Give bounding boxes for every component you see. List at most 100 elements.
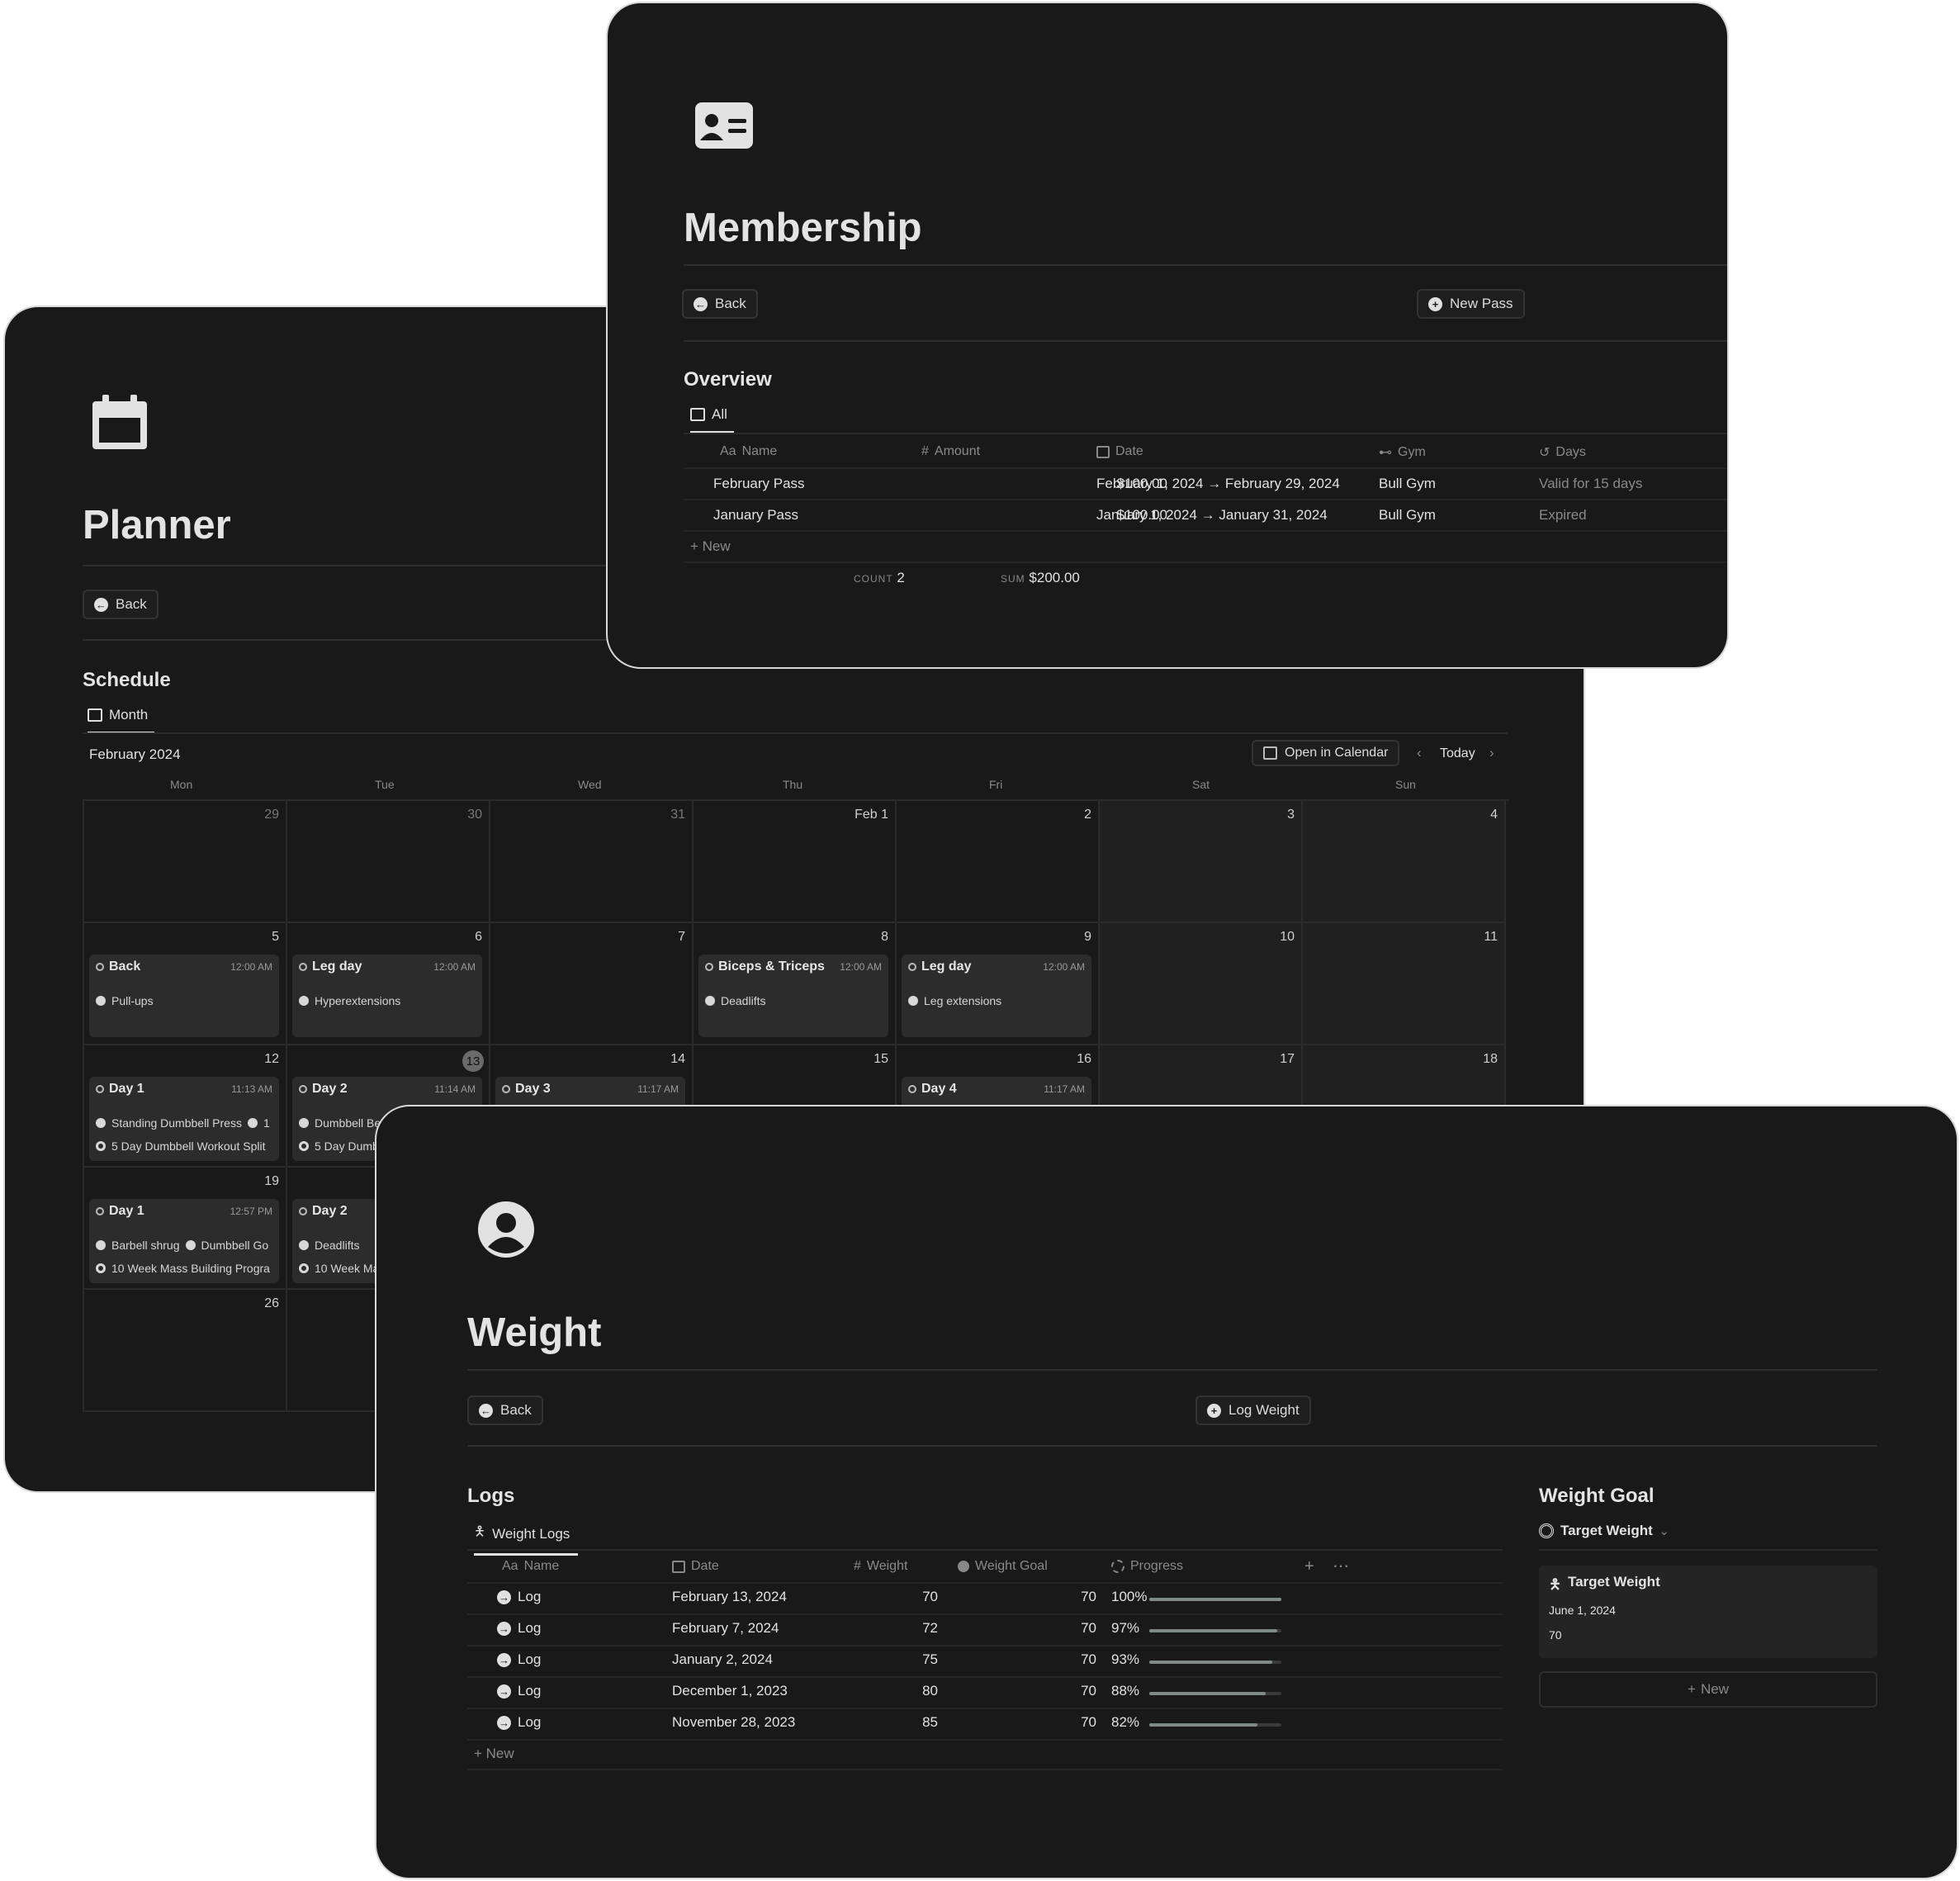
column-header-gym[interactable]: ⊷ Gym	[1379, 444, 1426, 461]
calendar-day[interactable]: 31	[490, 801, 694, 923]
column-header-label: Progress	[1130, 1559, 1184, 1573]
column-header-date[interactable]: Date	[672, 1559, 719, 1574]
row-name[interactable]: January Pass	[713, 507, 798, 524]
table-icon	[690, 408, 705, 421]
event-card[interactable]: Biceps & Triceps 12:00 AM Deadlifts	[698, 955, 888, 1037]
formula-icon	[958, 1561, 969, 1572]
calendar-day[interactable]: 11	[1303, 923, 1506, 1045]
calendar-day[interactable]: 3	[1100, 801, 1303, 923]
chevron-right-icon[interactable]: ›	[1489, 745, 1494, 761]
calendar-day[interactable]: 26	[84, 1290, 287, 1412]
plus-circle-icon: +	[1428, 296, 1442, 311]
chevron-down-icon: ⌄	[1659, 1523, 1669, 1537]
progress-bar-fill	[1149, 1629, 1278, 1632]
calendar-small-icon	[1096, 445, 1110, 458]
calendar-day[interactable]: 4	[1303, 801, 1506, 923]
event-card[interactable]: Day 1 12:57 PM Barbell shrug Dumbbell Go …	[89, 1199, 279, 1283]
add-new-row-button[interactable]: + New	[474, 1746, 514, 1762]
chevron-left-icon[interactable]: ‹	[1417, 745, 1422, 761]
weight-panel: Weight ← Back + Log Weight Logs 🯅 Weight…	[375, 1105, 1958, 1879]
row-name[interactable]: → Log	[497, 1651, 541, 1668]
calendar-day[interactable]: 30	[287, 801, 490, 923]
open-in-calendar-button[interactable]: Open in Calendar	[1252, 740, 1400, 766]
divider	[467, 1769, 1503, 1770]
row-name[interactable]: → Log	[497, 1589, 541, 1605]
calendar-small-icon	[1263, 746, 1277, 760]
row-name[interactable]: → Log	[497, 1683, 541, 1699]
calendar-day[interactable]: 29	[84, 801, 287, 923]
checkbox-icon	[299, 1085, 307, 1093]
column-header-amount[interactable]: # Amount	[921, 444, 980, 459]
new-pass-button[interactable]: + New Pass	[1417, 289, 1525, 319]
back-button[interactable]: ← Back	[83, 590, 159, 619]
row-weight: 80	[922, 1683, 938, 1699]
event-time: 11:13 AM	[231, 1083, 272, 1095]
view-selector-label: Target Weight	[1560, 1523, 1653, 1538]
event-title-text: Day 1	[109, 1204, 144, 1218]
checkbox-icon	[908, 963, 916, 971]
target-weight-card[interactable]: 🯅 Target Weight June 1, 2024 70	[1539, 1566, 1877, 1658]
calendar-day[interactable]: 7	[490, 923, 694, 1045]
calendar-day[interactable]: 19 Day 1 12:57 PM Barbell shrug Dumbbell …	[84, 1168, 287, 1290]
log-weight-button[interactable]: + Log Weight	[1195, 1395, 1311, 1425]
new-row-label: New	[702, 538, 731, 554]
back-button-label: Back	[715, 296, 746, 311]
add-column-icon[interactable]: +	[1304, 1557, 1314, 1576]
event-item: Standing Dumbbell Press 1	[96, 1116, 270, 1130]
calendar-day[interactable]: 12 Day 1 11:13 AM Standing Dumbbell Pres…	[84, 1045, 287, 1168]
target-weight-view-selector[interactable]: Target Weight ⌄	[1539, 1523, 1669, 1539]
event-title: Day 2	[299, 1204, 348, 1219]
day-number: 15	[873, 1052, 888, 1066]
back-button[interactable]: ← Back	[682, 289, 758, 319]
event-card[interactable]: Leg day 12:00 AM Hyperextensions	[292, 955, 482, 1037]
event-card[interactable]: Day 1 11:13 AM Standing Dumbbell Press 1 …	[89, 1077, 279, 1161]
event-item-text: Hyperextensions	[315, 994, 401, 1007]
event-item-text: Dumbbell Be	[315, 1116, 381, 1130]
row-name[interactable]: → Log	[497, 1620, 541, 1637]
row-name[interactable]: February Pass	[713, 476, 805, 492]
column-header-name[interactable]: Aa Name	[502, 1559, 559, 1574]
row-name-text: Log	[518, 1589, 542, 1604]
column-header-date[interactable]: Date	[1096, 444, 1143, 459]
tab-weight-logs[interactable]: 🯅 Weight Logs	[474, 1523, 579, 1556]
more-options-icon[interactable]: ⋯	[1333, 1556, 1349, 1576]
event-card[interactable]: Leg day 12:00 AM Leg extensions	[902, 955, 1091, 1037]
calendar-day[interactable]: 8 Biceps & Triceps 12:00 AM Deadlifts	[694, 923, 897, 1045]
row-weight-goal: 70	[1081, 1620, 1096, 1636]
column-header-weight-goal[interactable]: Weight Goal	[958, 1559, 1048, 1574]
column-header-name[interactable]: Aa Name	[720, 444, 777, 459]
day-number: 8	[881, 930, 888, 944]
row-weight: 72	[922, 1620, 938, 1636]
column-header-weight[interactable]: # Weight	[854, 1559, 907, 1574]
add-new-row-button[interactable]: + New	[690, 538, 731, 555]
row-name[interactable]: → Log	[497, 1714, 541, 1731]
tab-month[interactable]: Month	[88, 707, 155, 734]
sum-value: $200.00	[1029, 570, 1080, 585]
calendar-day[interactable]: Feb 1	[694, 801, 897, 923]
column-header-days[interactable]: ↺ Days	[1539, 444, 1586, 461]
column-header-progress[interactable]: Progress	[1111, 1559, 1183, 1574]
calendar-day[interactable]: 5 Back 12:00 AM Pull-ups	[84, 923, 287, 1045]
row-weight-goal: 70	[1081, 1589, 1096, 1604]
day-number: 16	[1077, 1052, 1091, 1066]
tab-all-label: All	[712, 406, 727, 422]
event-card[interactable]: Back 12:00 AM Pull-ups	[89, 955, 279, 1037]
tab-all[interactable]: All	[690, 406, 734, 434]
row-name-text: Log	[518, 1651, 542, 1667]
today-button[interactable]: Today	[1440, 746, 1475, 761]
back-button[interactable]: ← Back	[467, 1395, 543, 1425]
calendar-small-icon	[672, 1560, 685, 1573]
calendar-day[interactable]: 6 Leg day 12:00 AM Hyperextensions	[287, 923, 490, 1045]
divider	[467, 1369, 1877, 1371]
progress-bar-fill	[1149, 1598, 1281, 1601]
event-title: Leg day	[908, 959, 971, 974]
add-goal-button[interactable]: + New	[1539, 1671, 1877, 1708]
calendar-day[interactable]: 2	[897, 801, 1100, 923]
divider	[684, 467, 1727, 469]
weekday-wed: Wed	[578, 778, 602, 791]
calendar-day[interactable]: 10	[1100, 923, 1303, 1045]
day-number: 30	[467, 808, 482, 822]
calendar-day[interactable]: 9 Leg day 12:00 AM Leg extensions	[897, 923, 1100, 1045]
day-number: 29	[264, 808, 279, 822]
card-value: 70	[1549, 1628, 1562, 1642]
